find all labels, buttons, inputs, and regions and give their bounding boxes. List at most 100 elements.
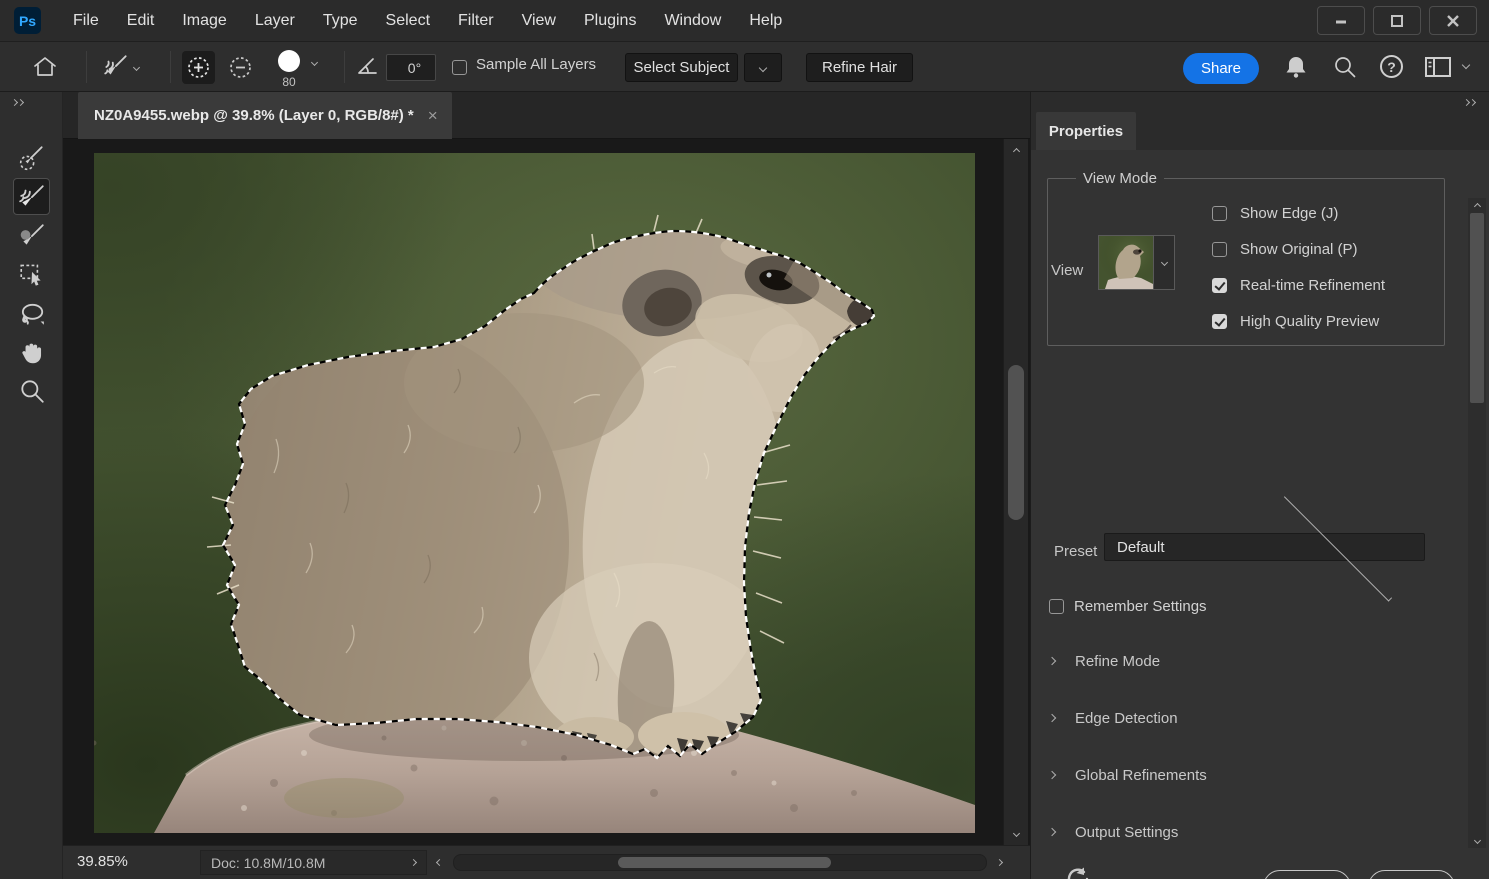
vertical-scroll-thumb[interactable] bbox=[1008, 365, 1024, 520]
chevron-right-icon bbox=[1048, 714, 1056, 722]
scroll-right-button[interactable] bbox=[991, 854, 1007, 871]
minimize-button[interactable] bbox=[1317, 6, 1365, 35]
horizontal-scroll-thumb[interactable] bbox=[618, 857, 831, 868]
tab-close-icon[interactable]: × bbox=[428, 107, 438, 124]
preset-label: Preset bbox=[1054, 543, 1097, 560]
panel-scroll-thumb[interactable] bbox=[1470, 213, 1484, 403]
status-bar: 39.85% Doc: 10.8M/10.8M bbox=[63, 845, 1030, 879]
collapse-panel-button[interactable] bbox=[1464, 100, 1475, 105]
preset-select[interactable]: Default bbox=[1104, 533, 1425, 561]
panel-scrollbar[interactable] bbox=[1468, 198, 1486, 848]
brush-size-control[interactable]: 80 bbox=[268, 46, 310, 90]
scroll-left-button[interactable] bbox=[431, 854, 447, 871]
scroll-up-button[interactable] bbox=[1004, 143, 1028, 159]
tool-lasso[interactable] bbox=[13, 295, 50, 332]
document-tab-bar: NZ0A9455.webp @ 39.8% (Layer 0, RGB/8#) … bbox=[63, 92, 1030, 139]
photoshop-window: Ps File Edit Image Layer Type Select Fil… bbox=[0, 0, 1489, 879]
view-dropdown[interactable] bbox=[1154, 235, 1175, 290]
menu-filter[interactable]: Filter bbox=[444, 0, 508, 42]
bell-icon bbox=[1283, 54, 1309, 80]
tool-brush[interactable] bbox=[13, 217, 50, 254]
canvas-image-meerkat[interactable] bbox=[94, 153, 975, 833]
menu-window[interactable]: Window bbox=[650, 0, 735, 42]
menu-view[interactable]: View bbox=[508, 0, 570, 42]
document-tab[interactable]: NZ0A9455.webp @ 39.8% (Layer 0, RGB/8#) … bbox=[78, 92, 452, 139]
preset-value: Default bbox=[1117, 539, 1264, 556]
canvas-pasteboard[interactable] bbox=[63, 139, 1003, 845]
menu-plugins[interactable]: Plugins bbox=[570, 0, 650, 42]
select-subject-dropdown[interactable] bbox=[744, 53, 782, 82]
lasso-icon bbox=[18, 300, 46, 328]
tool-zoom[interactable] bbox=[13, 372, 50, 409]
remember-settings-option[interactable]: Remember Settings bbox=[1049, 598, 1207, 615]
document-sizes-box: Doc: 10.8M/10.8M bbox=[200, 850, 427, 875]
title-bar: Ps File Edit Image Layer Type Select Fil… bbox=[0, 0, 1489, 42]
sample-all-layers-checkbox[interactable] bbox=[452, 60, 467, 75]
subtract-from-selection-button[interactable] bbox=[224, 51, 257, 84]
menu-image[interactable]: Image bbox=[168, 0, 240, 42]
close-button[interactable] bbox=[1429, 6, 1477, 35]
workspace-dropdown[interactable] bbox=[1463, 62, 1469, 68]
canvas-vertical-scrollbar[interactable] bbox=[1003, 139, 1028, 845]
tool-quick-selection[interactable] bbox=[13, 139, 50, 176]
options-bar: 80 0° Sample All Layers Select Subject R… bbox=[0, 42, 1489, 92]
angle-input[interactable]: 0° bbox=[386, 54, 436, 81]
add-to-selection-button[interactable] bbox=[182, 51, 215, 84]
help-button[interactable]: ? bbox=[1380, 55, 1403, 78]
realtime-refinement-option[interactable]: Real-time Refinement bbox=[1212, 276, 1385, 294]
select-subject-button[interactable]: Select Subject bbox=[625, 53, 738, 82]
chevron-down-icon bbox=[1462, 61, 1470, 69]
menu-edit[interactable]: Edit bbox=[113, 0, 169, 42]
menu-help[interactable]: Help bbox=[735, 0, 796, 42]
status-options-chevron[interactable] bbox=[410, 859, 417, 866]
tool-hand[interactable] bbox=[13, 333, 50, 370]
share-button[interactable]: Share bbox=[1183, 53, 1259, 84]
section-edge-detection[interactable]: Edge Detection bbox=[1049, 707, 1178, 729]
brush-size-dropdown[interactable] bbox=[312, 60, 317, 65]
object-selection-icon bbox=[18, 260, 46, 288]
chevron-right-icon bbox=[1048, 771, 1056, 779]
panel-scroll-up[interactable] bbox=[1468, 198, 1486, 214]
reset-button[interactable] bbox=[1064, 866, 1092, 879]
panel-scroll-down[interactable] bbox=[1468, 832, 1486, 848]
menu-layer[interactable]: Layer bbox=[241, 0, 309, 42]
tool-preset-picker[interactable] bbox=[98, 50, 142, 84]
show-edge-option[interactable]: Show Edge (J) bbox=[1212, 204, 1338, 222]
section-refine-mode[interactable]: Refine Mode bbox=[1049, 650, 1160, 672]
maximize-button[interactable] bbox=[1373, 6, 1421, 35]
tab-properties[interactable]: Properties bbox=[1036, 112, 1136, 150]
menu-type[interactable]: Type bbox=[309, 0, 372, 42]
document-sizes-text: Doc: 10.8M/10.8M bbox=[211, 855, 411, 871]
checkbox-checked bbox=[1212, 314, 1227, 329]
search-button[interactable] bbox=[1332, 54, 1358, 80]
document-area: NZ0A9455.webp @ 39.8% (Layer 0, RGB/8#) … bbox=[63, 92, 1030, 879]
refine-hair-button[interactable]: Refine Hair bbox=[806, 53, 913, 82]
menu-file[interactable]: File bbox=[59, 0, 113, 42]
zoom-level-field[interactable]: 39.85% bbox=[77, 853, 128, 870]
view-label: View bbox=[1051, 262, 1083, 279]
collapse-tools-button[interactable] bbox=[12, 100, 23, 105]
cancel-button[interactable]: Cancel bbox=[1368, 870, 1455, 879]
workspace-button[interactable] bbox=[1424, 56, 1452, 78]
notifications-button[interactable] bbox=[1283, 54, 1309, 80]
scroll-down-button[interactable] bbox=[1004, 825, 1028, 841]
ok-button[interactable]: OK bbox=[1263, 870, 1351, 879]
document-tab-title: NZ0A9455.webp @ 39.8% (Layer 0, RGB/8#) … bbox=[94, 107, 414, 124]
section-output-settings[interactable]: Output Settings bbox=[1049, 821, 1178, 843]
checkbox-checked bbox=[1212, 278, 1227, 293]
hand-icon bbox=[18, 338, 46, 366]
section-global-refinements[interactable]: Global Refinements bbox=[1049, 764, 1207, 786]
tool-object-selection[interactable] bbox=[13, 255, 50, 292]
canvas-horizontal-scrollbar[interactable] bbox=[453, 854, 987, 871]
zoom-icon bbox=[18, 377, 46, 405]
menu-select[interactable]: Select bbox=[372, 0, 444, 42]
properties-panel: Properties View Mode View bbox=[1030, 92, 1489, 879]
show-original-option[interactable]: Show Original (P) bbox=[1212, 240, 1358, 258]
home-button[interactable] bbox=[28, 52, 62, 82]
high-quality-preview-option[interactable]: High Quality Preview bbox=[1212, 312, 1379, 330]
view-thumbnail[interactable] bbox=[1098, 235, 1154, 290]
view-thumbnail-image bbox=[1099, 236, 1153, 289]
chevron-right-icon bbox=[17, 99, 24, 106]
tool-refine-edge-brush[interactable] bbox=[13, 178, 50, 215]
brush-icon bbox=[18, 222, 46, 250]
